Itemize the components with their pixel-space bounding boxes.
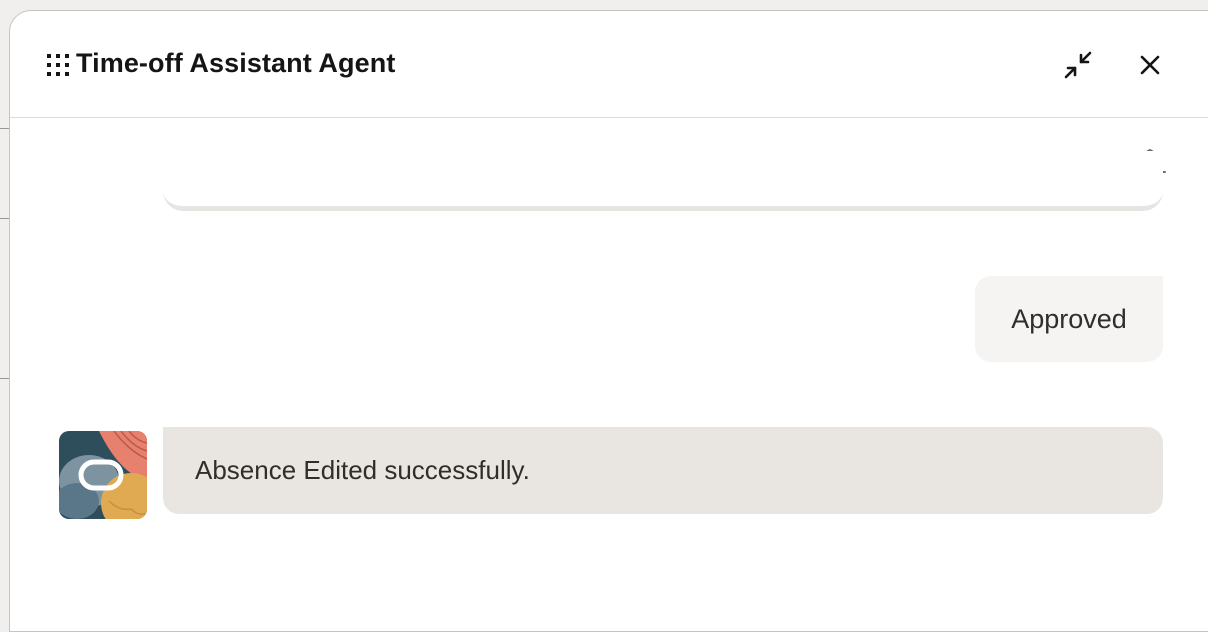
assistant-panel: Time-off Assistant Agent Approved Absenc… xyxy=(9,10,1208,632)
previous-message-bubble xyxy=(163,151,1163,211)
grid-icon[interactable] xyxy=(46,53,70,77)
user-message-bubble: Approved xyxy=(975,276,1163,362)
agent-message-text: Absence Edited successfully. xyxy=(195,455,530,485)
agent-avatar xyxy=(59,431,147,519)
oracle-logo-icon xyxy=(59,431,147,519)
close-button[interactable] xyxy=(1130,45,1170,85)
close-icon xyxy=(1140,55,1160,75)
collapse-button[interactable] xyxy=(1058,45,1098,85)
collapse-icon xyxy=(1064,51,1092,79)
panel-header: Time-off Assistant Agent xyxy=(10,11,1208,118)
panel-title: Time-off Assistant Agent xyxy=(76,48,396,78)
user-message-text: Approved xyxy=(1011,303,1127,334)
agent-message-bubble: Absence Edited successfully. xyxy=(163,427,1163,514)
